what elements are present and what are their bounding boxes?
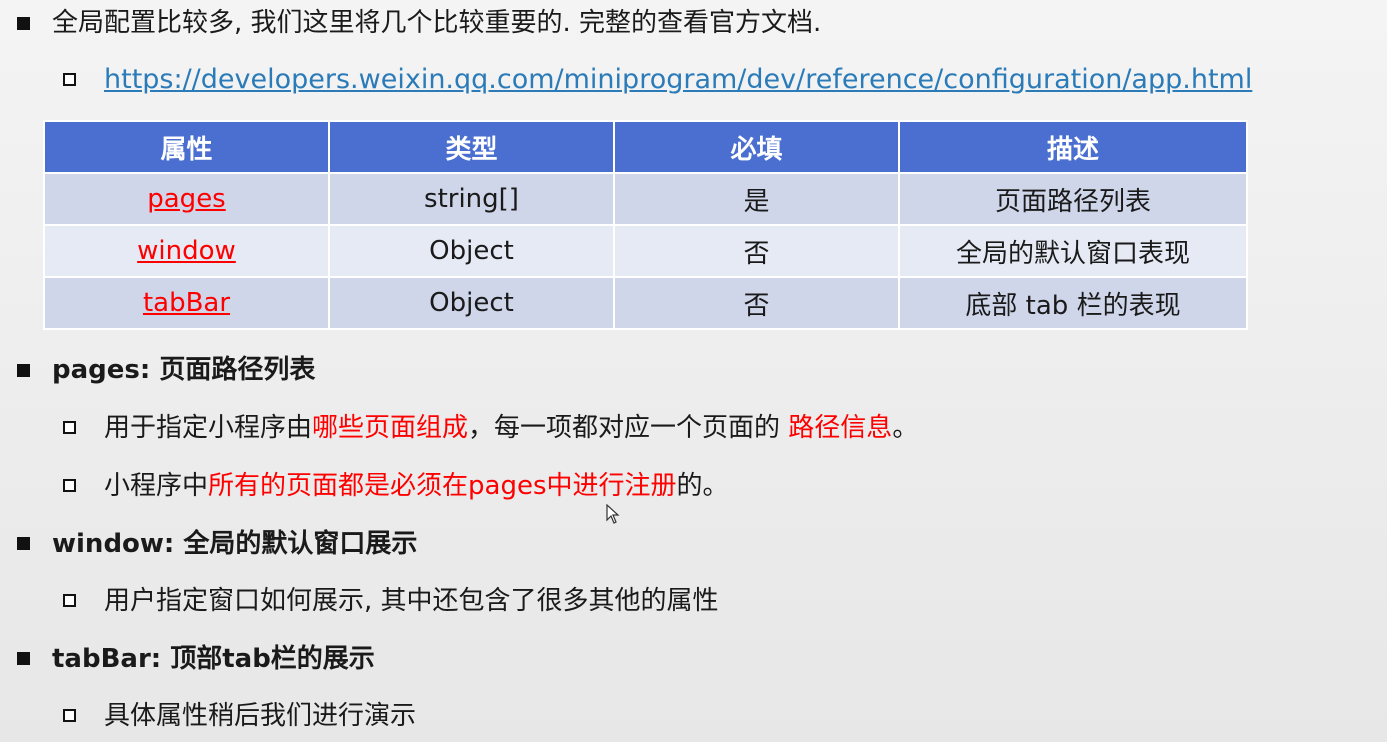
bullet-hollow-icon — [63, 709, 76, 722]
header-attr: 属性 — [43, 120, 330, 174]
type-cell: string[] — [328, 172, 615, 226]
window-heading: window: 全局的默认窗口展示 — [52, 529, 418, 559]
pages-item-1: 用于指定小程序由哪些页面组成，每一项都对应一个页面的 路径信息。 — [104, 411, 918, 445]
bullet-hollow-icon — [63, 73, 76, 86]
tabbar-item-1: 具体属性稍后我们进行演示 — [104, 701, 417, 731]
config-table: 属性 类型 必填 描述 pages string[] 是 页面路径列表 wind… — [43, 120, 1248, 330]
intro-text: 全局配置比较多, 我们这里将几个比较重要的. 完整的查看官方文档. — [52, 8, 822, 38]
bullet-square-icon — [17, 652, 30, 665]
pages-item-2: 小程序中所有的页面都是必须在pages中进行注册的。 — [104, 469, 729, 503]
required-cell: 是 — [613, 172, 900, 226]
table-header-row: 属性 类型 必填 描述 — [43, 120, 1248, 174]
window-item-1: 用户指定窗口如何展示, 其中还包含了很多其他的属性 — [104, 586, 719, 616]
required-cell: 否 — [613, 276, 900, 330]
bullet-hollow-icon — [63, 479, 76, 492]
header-type: 类型 — [328, 120, 615, 174]
highlight-span: 哪些页面组成 — [312, 413, 469, 443]
tabbar-heading: tabBar: 顶部tab栏的展示 — [52, 644, 375, 674]
mouse-cursor-icon — [606, 504, 620, 524]
text-span: 小程序中 — [104, 471, 209, 501]
desc-cell: 全局的默认窗口表现 — [898, 224, 1248, 278]
text-span: 。 — [892, 413, 919, 443]
type-cell: Object — [328, 224, 615, 278]
bullet-hollow-icon — [63, 421, 76, 434]
attr-cell: tabBar — [43, 276, 330, 330]
text-span: 用于指定小程序由 — [104, 413, 313, 443]
desc-cell: 底部 tab 栏的表现 — [898, 276, 1248, 330]
table-row: tabBar Object 否 底部 tab 栏的表现 — [43, 276, 1248, 330]
header-required: 必填 — [613, 120, 900, 174]
table-row: pages string[] 是 页面路径列表 — [43, 172, 1248, 226]
required-cell: 否 — [613, 224, 900, 278]
bullet-square-icon — [17, 537, 30, 550]
text-span: 的。 — [676, 471, 729, 501]
desc-cell: 页面路径列表 — [898, 172, 1248, 226]
header-desc: 描述 — [898, 120, 1248, 174]
attr-cell: pages — [43, 172, 330, 226]
highlight-span: 路径信息 — [788, 413, 893, 443]
text-span: ，每一项都对应一个页面的 — [468, 413, 789, 443]
docs-link[interactable]: https://developers.weixin.qq.com/minipro… — [104, 63, 1252, 97]
table-row: window Object 否 全局的默认窗口表现 — [43, 224, 1248, 278]
highlight-span: 所有的页面都是必须在pages中进行注册 — [208, 471, 677, 501]
attr-cell: window — [43, 224, 330, 278]
pages-heading: pages: 页面路径列表 — [52, 355, 316, 385]
type-cell: Object — [328, 276, 615, 330]
bullet-hollow-icon — [63, 594, 76, 607]
bullet-square-icon — [17, 364, 30, 377]
bullet-square-icon — [17, 17, 30, 30]
